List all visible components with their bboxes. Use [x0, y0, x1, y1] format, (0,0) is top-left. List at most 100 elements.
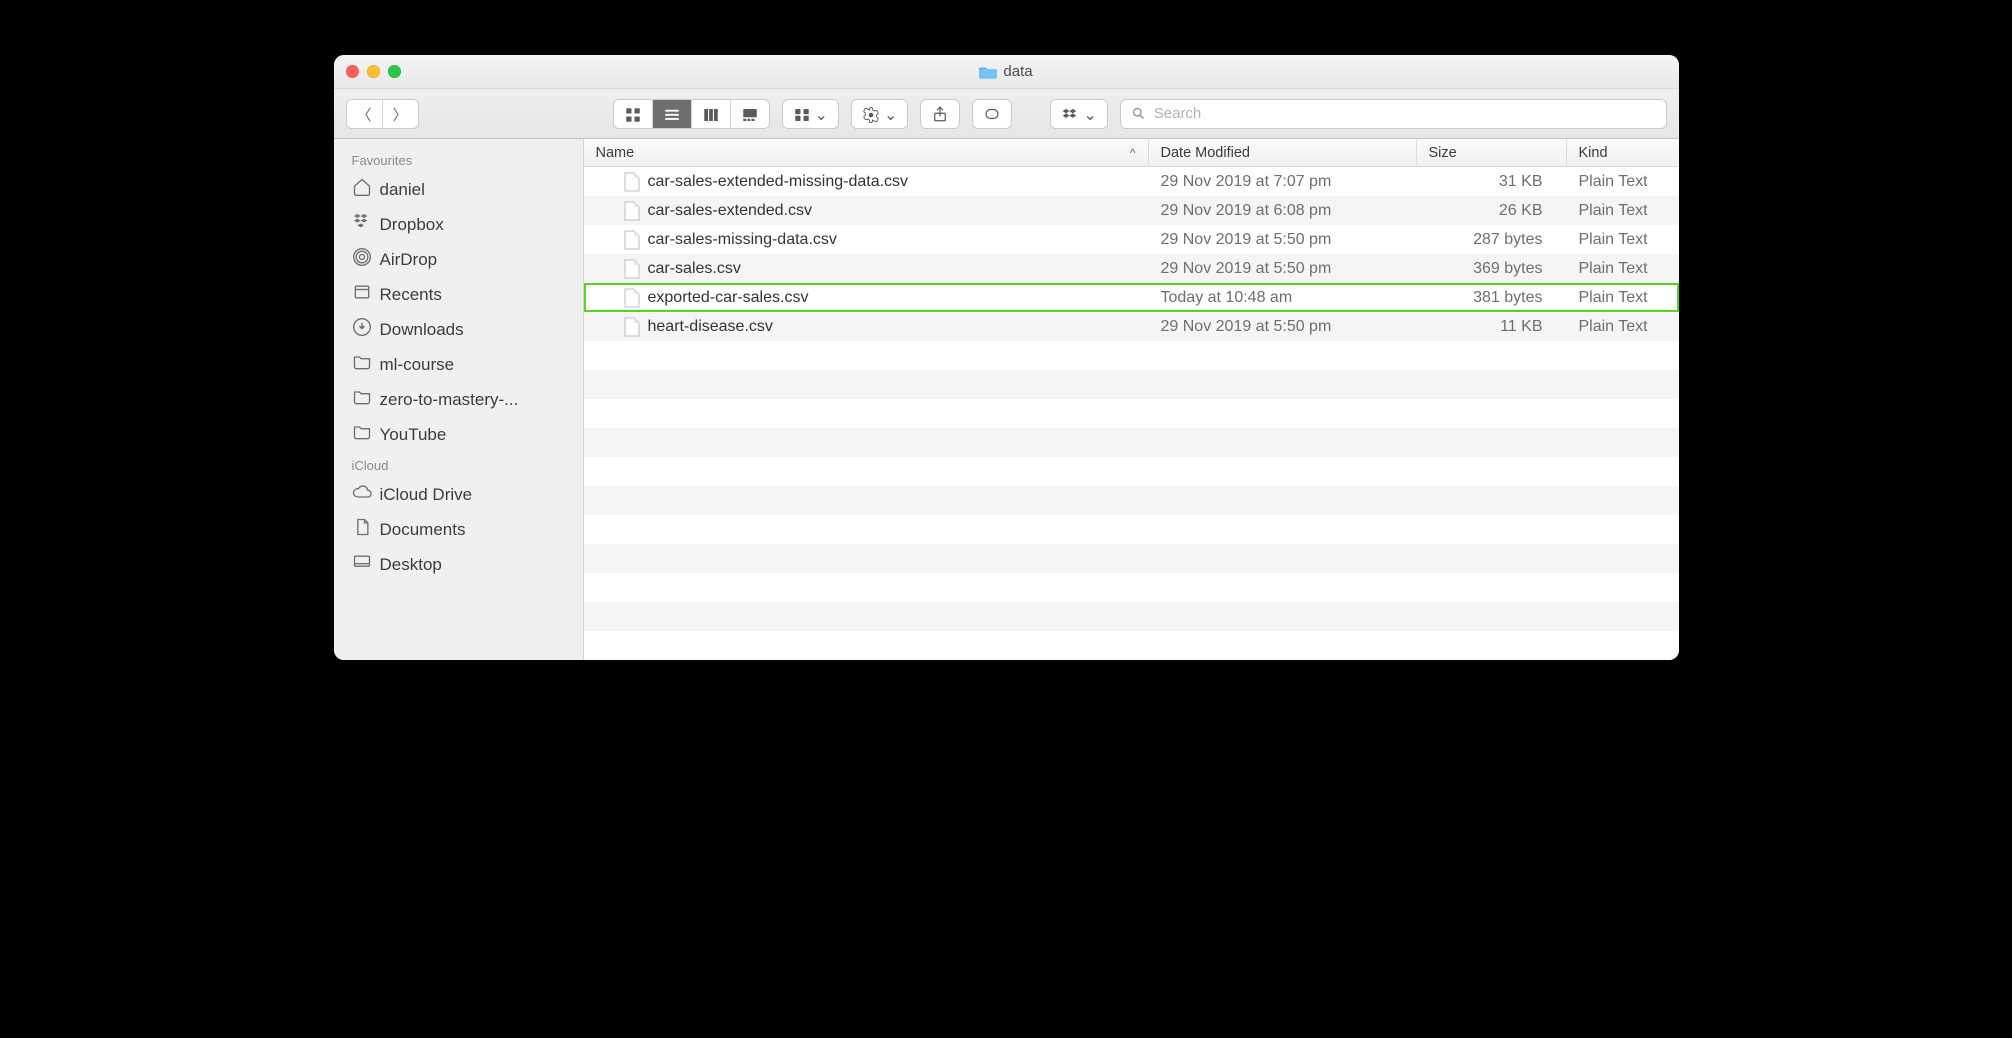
empty-row [584, 602, 1679, 631]
search-input[interactable] [1154, 105, 1656, 122]
share-button[interactable] [920, 99, 960, 129]
search-field[interactable] [1120, 99, 1667, 129]
file-name: car-sales.csv [648, 260, 741, 278]
sidebar-item[interactable]: Dropbox [334, 207, 583, 242]
sidebar-item-label: Downloads [380, 320, 464, 340]
file-kind-cell: Plain Text [1567, 260, 1679, 278]
dropbox-toolbar-button[interactable]: ⌄ [1051, 100, 1106, 129]
document-icon [624, 201, 640, 221]
recents-icon [352, 282, 372, 307]
file-row[interactable]: car-sales.csv29 Nov 2019 at 5:50 pm369 b… [584, 254, 1679, 283]
file-size-cell: 369 bytes [1417, 260, 1567, 278]
action-button[interactable]: ⌄ [852, 100, 907, 129]
home-icon [352, 177, 372, 202]
sidebar-item[interactable]: AirDrop [334, 242, 583, 277]
column-header-date[interactable]: Date Modified [1149, 139, 1417, 166]
window-title-text: data [1003, 63, 1032, 80]
sidebar-item[interactable]: zero-to-mastery-... [334, 382, 583, 417]
column-header-size[interactable]: Size [1417, 139, 1567, 166]
back-button[interactable]: 〈 [347, 100, 382, 129]
sidebar-item-label: Dropbox [380, 215, 444, 235]
sidebar-item[interactable]: Downloads [334, 312, 583, 347]
file-date-cell: 29 Nov 2019 at 5:50 pm [1149, 318, 1417, 336]
document-icon [624, 288, 640, 308]
document-icon [624, 230, 640, 250]
file-name: heart-disease.csv [648, 318, 773, 336]
sidebar-item-label: daniel [380, 180, 425, 200]
documents-icon [352, 517, 372, 542]
file-name-cell: car-sales.csv [584, 259, 1149, 279]
fullscreen-window-button[interactable] [388, 65, 401, 78]
sidebar-item-label: iCloud Drive [380, 485, 473, 505]
file-kind-cell: Plain Text [1567, 318, 1679, 336]
folder-icon [352, 422, 372, 447]
close-window-button[interactable] [346, 65, 359, 78]
file-kind-cell: Plain Text [1567, 173, 1679, 191]
sidebar-item[interactable]: Recents [334, 277, 583, 312]
sidebar-item-label: zero-to-mastery-... [380, 390, 519, 410]
group-by-menu[interactable]: ⌄ [782, 99, 839, 129]
sidebar-item[interactable]: iCloud Drive [334, 477, 583, 512]
airdrop-icon [352, 247, 372, 272]
file-row[interactable]: car-sales-missing-data.csv 29 Nov 2019 at… [584, 225, 1679, 254]
column-header-kind[interactable]: Kind [1567, 139, 1679, 166]
sidebar: Favourites daniel Dropbox AirDropRecents Dow… [334, 139, 584, 660]
empty-row [584, 457, 1679, 486]
sidebar-section-header: iCloud [334, 452, 583, 477]
file-name: car-sales-missing-data.csv [648, 231, 837, 249]
file-date-cell: 29 Nov 2019 at 5:50 pm [1149, 231, 1417, 249]
file-name: exported-car-sales.csv [648, 289, 809, 307]
action-menu[interactable]: ⌄ [851, 99, 908, 129]
file-name: car-sales-extended-missing-data.csv [648, 173, 909, 191]
column-view-button[interactable] [691, 100, 730, 129]
finder-window: data 〈 〉 ⌄ [334, 55, 1679, 660]
sidebar-item[interactable]: daniel [334, 172, 583, 207]
group-by-button[interactable]: ⌄ [783, 100, 838, 129]
file-name-cell: exported-car-sales.csv [584, 288, 1149, 308]
sidebar-item-label: Documents [380, 520, 466, 540]
icon-view-button[interactable] [614, 100, 652, 129]
document-icon [624, 317, 640, 337]
dropbox-menu[interactable]: ⌄ [1050, 99, 1107, 129]
sidebar-item-label: ml-course [380, 355, 455, 375]
sidebar-item-label: YouTube [380, 425, 447, 445]
file-list-pane: Name ^ Date Modified Size Kind car-sales… [584, 139, 1679, 660]
empty-row [584, 341, 1679, 370]
file-row[interactable]: heart-disease.csv29 Nov 2019 at 5:50 pm1… [584, 312, 1679, 341]
sidebar-section-header: Favourites [334, 147, 583, 172]
sidebar-item[interactable]: ml-course [334, 347, 583, 382]
window-title: data [334, 63, 1679, 80]
sidebar-item[interactable]: Desktop [334, 547, 583, 582]
sidebar-item[interactable]: Documents [334, 512, 583, 547]
downloads-icon [352, 317, 372, 342]
file-date-cell: 29 Nov 2019 at 7:07 pm [1149, 173, 1417, 191]
empty-row [584, 399, 1679, 428]
file-kind-cell: Plain Text [1567, 231, 1679, 249]
file-date-cell: 29 Nov 2019 at 6:08 pm [1149, 202, 1417, 220]
forward-button[interactable]: 〉 [382, 100, 418, 129]
sidebar-item[interactable]: YouTube [334, 417, 583, 452]
traffic-lights [334, 65, 401, 78]
column-header-name[interactable]: Name ^ [584, 139, 1149, 166]
folder-icon [352, 352, 372, 377]
minimize-window-button[interactable] [367, 65, 380, 78]
toolbar: 〈 〉 ⌄ ⌄ [334, 89, 1679, 139]
column-headers: Name ^ Date Modified Size Kind [584, 139, 1679, 167]
file-row[interactable]: car-sales-extended-missing-data.csv 29 No… [584, 167, 1679, 196]
list-view-button[interactable] [652, 100, 691, 129]
file-size-cell: 26 KB [1417, 202, 1567, 220]
gallery-view-button[interactable] [730, 100, 769, 129]
sidebar-item-label: Desktop [380, 555, 442, 575]
file-name-cell: car-sales-extended.csv [584, 201, 1149, 221]
desktop-icon [352, 552, 372, 577]
empty-row [584, 544, 1679, 573]
view-mode-buttons [613, 99, 770, 129]
tags-button[interactable] [972, 99, 1012, 129]
file-kind-cell: Plain Text [1567, 289, 1679, 307]
file-kind-cell: Plain Text [1567, 202, 1679, 220]
file-row[interactable]: car-sales-extended.csv29 Nov 2019 at 6:0… [584, 196, 1679, 225]
empty-row [584, 370, 1679, 399]
folder-icon [979, 65, 997, 79]
file-row[interactable]: exported-car-sales.csvToday at 10:48 am3… [584, 283, 1679, 312]
empty-row [584, 631, 1679, 660]
